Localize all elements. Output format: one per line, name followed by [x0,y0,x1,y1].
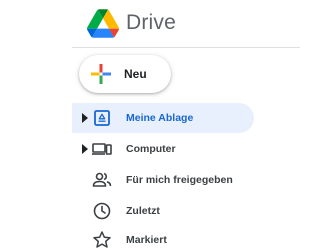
sidebar-item-starred[interactable]: Markiert [72,225,254,250]
starred-icon [93,231,111,248]
header-divider [72,47,300,48]
google-drive-logo-icon[interactable] [87,9,119,38]
sidebar-item-recent[interactable]: Zuletzt [72,196,254,226]
sidebar-item-label: Markiert [126,234,167,246]
new-button-label: Neu [124,67,147,81]
expand-arrow-icon[interactable] [82,113,88,123]
recent-icon [93,202,111,220]
sidebar-item-my-drive[interactable]: Meine Ablage [72,103,254,133]
expand-arrow-icon[interactable] [82,144,88,154]
new-button[interactable]: Neu [79,55,171,93]
shared-with-me-icon [92,172,112,187]
sidebar-item-label: Computer [126,143,176,155]
computer-icon [92,143,112,155]
sidebar-item-label: Für mich freigegeben [126,174,233,186]
sidebar-item-computer[interactable]: Computer [72,134,254,164]
my-drive-icon [94,110,110,126]
plus-icon [91,64,111,84]
sidebar-item-shared-with-me[interactable]: Für mich freigegeben [72,165,254,195]
sidebar-item-label: Meine Ablage [126,112,194,124]
drive-sidebar: Drive Neu Meine Ablage Computer Für mich… [0,0,300,250]
app-title: Drive [126,11,177,34]
sidebar-item-label: Zuletzt [126,205,160,217]
